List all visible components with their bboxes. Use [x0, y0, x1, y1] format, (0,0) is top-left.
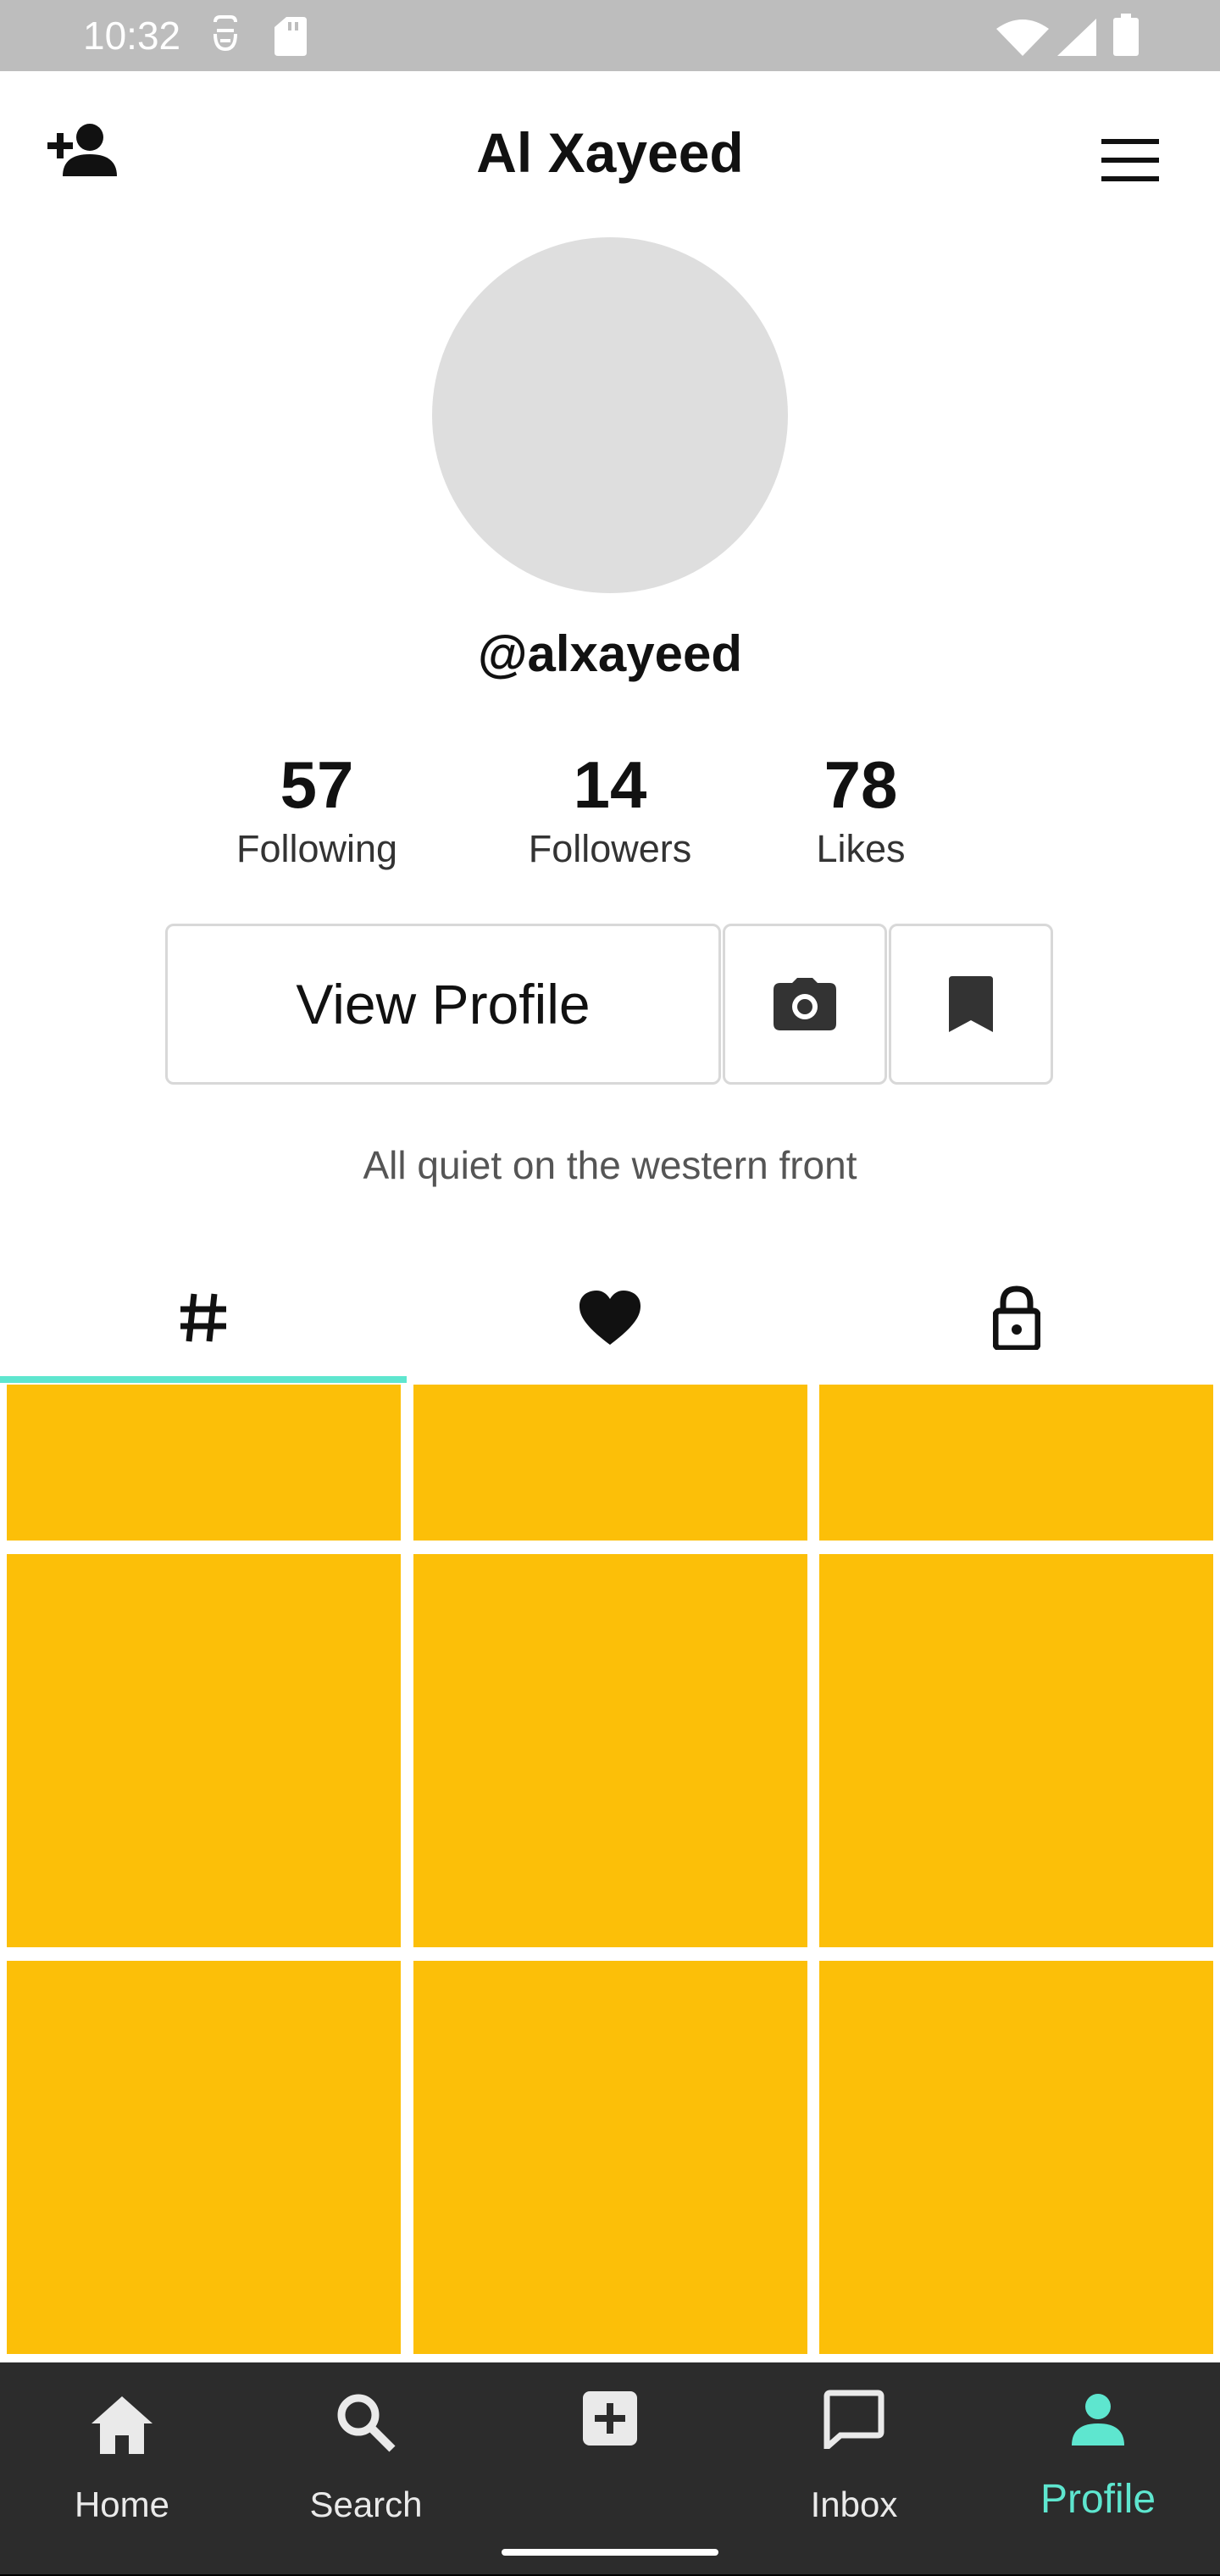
nav-label: Search: [309, 2484, 423, 2524]
heart-icon: [580, 1291, 640, 1345]
stat-followers[interactable]: 14 Followers: [491, 746, 729, 873]
view-profile-button[interactable]: View Profile: [165, 924, 721, 1085]
nav-create[interactable]: [488, 2362, 732, 2576]
nav-label: Profile: [1040, 2477, 1156, 2522]
username-handle: @alxayeed: [477, 625, 743, 682]
page-title: Al Xayeed: [476, 121, 744, 184]
sd-card-icon: [274, 17, 307, 56]
battery-icon: [1113, 14, 1139, 56]
video-grid: [0, 1383, 1220, 2357]
bookmark-icon: [949, 976, 993, 1032]
camera-icon: [774, 978, 836, 1030]
nav-profile[interactable]: Profile: [976, 2362, 1220, 2576]
profile-icon: [1072, 2394, 1124, 2446]
gesture-bar[interactable]: [502, 2549, 718, 2556]
signal-icon: [1057, 19, 1096, 56]
bookmark-button[interactable]: [889, 924, 1053, 1085]
profile-bio: All quiet on the western front: [363, 1143, 857, 1187]
inbox-icon: [824, 2390, 884, 2449]
video-thumbnail[interactable]: [7, 1554, 401, 1947]
hashtag-icon: [180, 1293, 226, 1342]
add-person-icon: [47, 124, 117, 176]
bottom-navigation: Home Search Inbox Profile: [0, 2362, 1220, 2576]
nav-label: Home: [74, 2484, 170, 2524]
video-thumbnail[interactable]: [413, 1554, 807, 1947]
tab-liked[interactable]: [407, 1254, 813, 1381]
nav-search[interactable]: Search: [244, 2362, 488, 2576]
sim-card-icon: [214, 15, 237, 52]
stat-value: 57: [280, 747, 354, 822]
menu-button[interactable]: [1101, 139, 1159, 186]
tab-videos[interactable]: [0, 1254, 407, 1381]
content-tabs: [0, 1254, 1220, 1381]
camera-button[interactable]: [723, 924, 887, 1085]
nav-home[interactable]: Home: [0, 2362, 244, 2576]
add-icon: [583, 2391, 637, 2446]
stat-label: Following: [236, 827, 398, 870]
video-thumbnail[interactable]: [7, 1961, 401, 2354]
stat-label: Likes: [816, 827, 906, 870]
nav-label: Inbox: [810, 2484, 898, 2524]
lock-icon: [993, 1285, 1040, 1350]
add-friend-button[interactable]: [47, 122, 117, 180]
video-thumbnail[interactable]: [413, 1961, 807, 2354]
status-time: 10:32: [83, 14, 181, 58]
active-tab-indicator: [0, 1376, 407, 1383]
video-thumbnail[interactable]: [819, 1385, 1213, 1541]
status-bar: 10:32: [0, 0, 1220, 71]
search-icon: [337, 2394, 396, 2452]
profile-header: Al Xayeed: [0, 71, 1220, 237]
wifi-icon: [996, 19, 1049, 56]
stat-value: 78: [824, 747, 898, 822]
stat-likes[interactable]: 78 Likes: [759, 746, 962, 873]
stat-value: 14: [573, 747, 647, 822]
nav-inbox[interactable]: Inbox: [732, 2362, 976, 2576]
stat-label: Followers: [528, 827, 692, 870]
stat-following[interactable]: 57 Following: [198, 746, 435, 873]
home-icon: [92, 2396, 152, 2454]
video-thumbnail[interactable]: [819, 1554, 1213, 1947]
avatar[interactable]: [432, 237, 788, 593]
tab-private[interactable]: [813, 1254, 1220, 1381]
hamburger-menu-icon: [1101, 139, 1159, 181]
video-thumbnail[interactable]: [7, 1385, 401, 1541]
video-thumbnail[interactable]: [413, 1385, 807, 1541]
video-thumbnail[interactable]: [819, 1961, 1213, 2354]
